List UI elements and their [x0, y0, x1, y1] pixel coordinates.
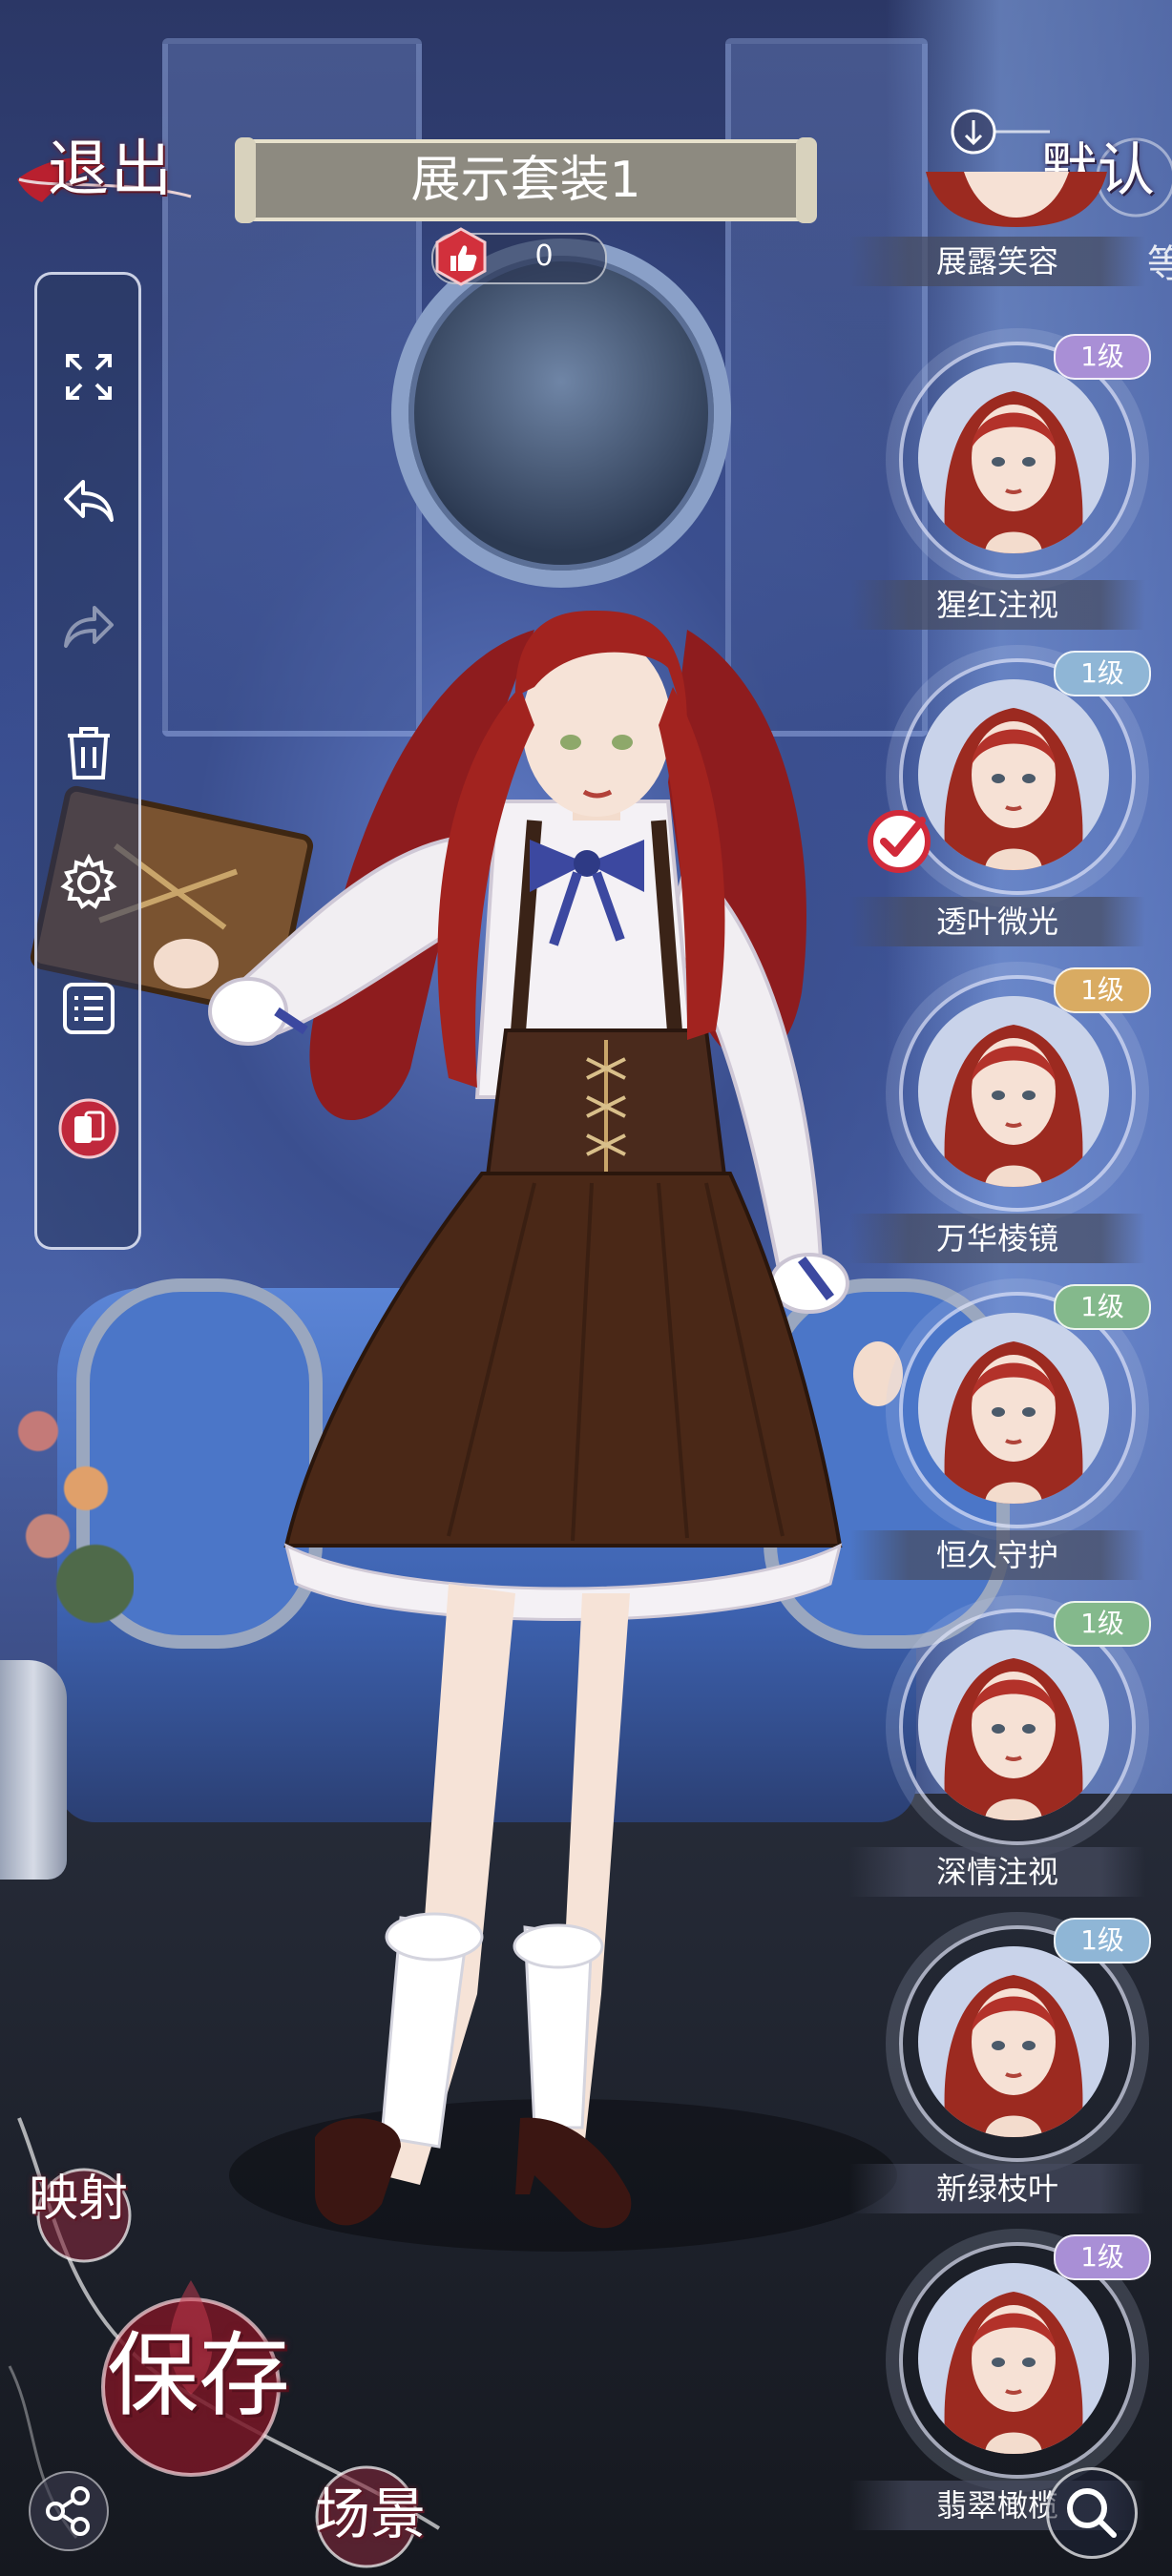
level-badge: 1级: [1054, 2234, 1151, 2280]
redo-icon: [64, 606, 114, 648]
save-button[interactable]: 保存: [107, 2301, 290, 2434]
portrait: [918, 363, 1109, 553]
look-name: 展露笑容: [935, 243, 1058, 280]
share-icon: [46, 2486, 90, 2536]
portrait: [918, 1630, 1109, 1820]
outfit-swap-icon: [58, 1098, 119, 1159]
like-count: 0: [534, 239, 554, 273]
fullscreen-button[interactable]: [53, 342, 124, 412]
portrait: [918, 1313, 1109, 1504]
undo-button[interactable]: [53, 466, 124, 536]
level-badge: 1级: [1054, 1601, 1151, 1647]
gear-icon: [60, 854, 117, 909]
level-badge: 1级: [1054, 334, 1151, 380]
list-item[interactable]: 1级恒久守护: [849, 1284, 1172, 1599]
fullscreen-icon: [66, 354, 112, 400]
look-name: 新绿枝叶: [935, 2171, 1058, 2207]
level-badge: 1级: [1054, 1918, 1151, 1963]
list-item[interactable]: 展露笑容 等: [849, 143, 1172, 286]
side-glyph: 等: [1147, 242, 1172, 286]
list-item[interactable]: 1级猩红注视: [849, 334, 1172, 649]
search-button[interactable]: [1046, 2467, 1138, 2559]
outfit-title[interactable]: 展示套装1: [235, 134, 817, 227]
list-button[interactable]: [53, 973, 124, 1044]
list-item[interactable]: 1级新绿枝叶: [849, 1918, 1172, 2233]
scene-button[interactable]: 场景: [315, 2469, 426, 2549]
list-icon: [63, 983, 115, 1034]
look-name: 透叶微光: [935, 904, 1058, 940]
selected-check-icon: [868, 810, 931, 873]
thumbs-up-icon[interactable]: [431, 227, 491, 286]
undo-icon: [64, 480, 114, 522]
mirror-button[interactable]: 映射: [29, 2158, 128, 2230]
level-badge: 1级: [1054, 1284, 1151, 1330]
exit-label[interactable]: 退出: [48, 120, 174, 208]
share-button[interactable]: [29, 2471, 109, 2551]
portrait-partial: [926, 172, 1107, 227]
outfit-swap-button[interactable]: [53, 1093, 124, 1164]
level-badge: 1级: [1054, 651, 1151, 696]
redo-button[interactable]: [53, 592, 124, 662]
search-icon: [1067, 2488, 1117, 2538]
portrait: [918, 1946, 1109, 2137]
settings-button[interactable]: [53, 847, 124, 918]
portrait: [918, 2263, 1109, 2454]
portrait: [918, 996, 1109, 1187]
look-name: 猩红注视: [935, 587, 1058, 623]
level-badge: 1级: [1054, 967, 1151, 1013]
portrait: [918, 679, 1109, 870]
list-item[interactable]: 1级深情注视: [849, 1601, 1172, 1916]
trash-icon: [68, 727, 110, 779]
look-name: 深情注视: [935, 1854, 1058, 1890]
look-name: 万华棱镜: [935, 1220, 1058, 1257]
list-item[interactable]: 1级万华棱镜: [849, 967, 1172, 1282]
look-name: 恒久守护: [935, 1537, 1058, 1573]
delete-button[interactable]: [53, 717, 124, 788]
